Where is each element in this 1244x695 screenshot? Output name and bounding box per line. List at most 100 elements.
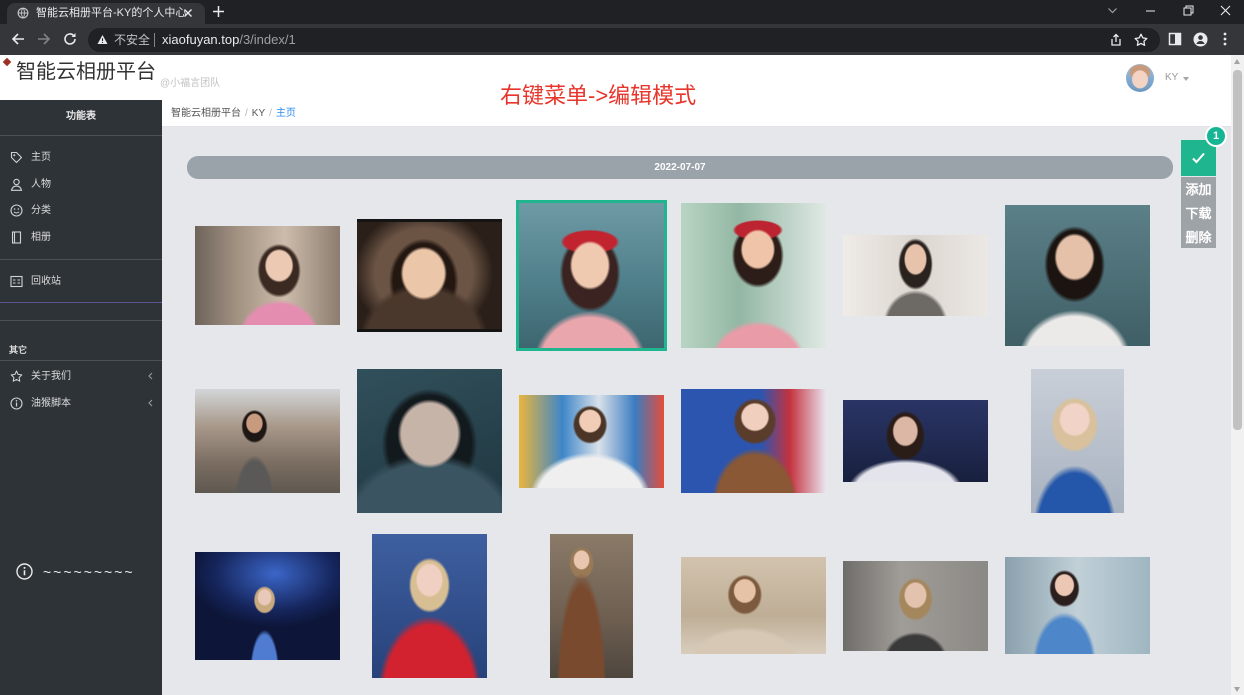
forward-arrow-icon[interactable]	[37, 32, 51, 46]
smile-icon	[10, 204, 23, 217]
new-tab-icon[interactable]	[212, 5, 225, 18]
photo-tile[interactable]	[195, 389, 340, 493]
photo-tile[interactable]	[843, 235, 988, 316]
divider	[0, 320, 162, 321]
photo-tile[interactable]	[1005, 205, 1150, 346]
sidebar-item-recycle-bin[interactable]: 回收站	[0, 274, 162, 290]
divider	[0, 135, 162, 136]
photo-tile[interactable]	[681, 203, 826, 348]
close-window-icon[interactable]	[1220, 5, 1231, 16]
breadcrumb-item[interactable]: KY	[252, 108, 265, 120]
back-arrow-icon[interactable]	[11, 32, 25, 46]
photo-tile[interactable]	[681, 389, 826, 493]
site-title[interactable]: 智能云相册平台	[16, 59, 156, 85]
chevron-left-icon	[148, 399, 153, 407]
tab-title: 智能云相册平台-KY的个人中心	[36, 7, 187, 19]
sidebar-item-label: 油猴脚本	[31, 398, 71, 409]
chevron-left-icon	[148, 372, 153, 380]
sidebar-section-title: 其它	[9, 345, 28, 355]
photo-tile[interactable]	[519, 395, 664, 488]
breadcrumb-item[interactable]: 智能云相册平台	[171, 108, 241, 120]
photo-tile[interactable]	[1031, 369, 1124, 513]
sidebar-item-people[interactable]: 人物	[0, 177, 162, 193]
photo-tile[interactable]	[372, 534, 487, 678]
sidebar-item-label: 回收站	[31, 276, 61, 287]
star-icon	[10, 370, 23, 383]
sidebar-item-label: 主页	[31, 152, 51, 163]
photo-tile[interactable]	[550, 534, 633, 678]
reload-icon[interactable]	[63, 32, 77, 46]
sidebar-item-label: 人物	[31, 179, 51, 190]
caret-down-icon[interactable]	[1183, 77, 1189, 81]
tab-search-chevron-icon[interactable]	[1107, 5, 1118, 16]
divider	[0, 302, 162, 303]
url-text[interactable]: xiaofuyan.top/3/index/1	[162, 32, 296, 48]
browser-menu-icon[interactable]	[1222, 32, 1228, 46]
breadcrumb-separator	[245, 108, 248, 120]
share-icon[interactable]	[1109, 33, 1123, 47]
url-host: xiaofuyan.top	[162, 32, 240, 47]
restore-icon[interactable]	[1183, 5, 1194, 16]
person-icon	[10, 178, 23, 191]
album-icon	[10, 231, 23, 244]
selected-count-badge: 1	[1205, 125, 1227, 147]
user-menu[interactable]: KY	[1165, 72, 1178, 84]
security-label[interactable]: 不安全	[114, 33, 150, 47]
info-icon	[10, 397, 23, 410]
bookmark-star-icon[interactable]	[1134, 33, 1148, 47]
breadcrumb-current: 主页	[275, 108, 296, 119]
sidebar-footer-text: ~~~~~~~~~	[43, 564, 135, 580]
sidebar-item-label: 关于我们	[31, 371, 71, 382]
divider	[0, 259, 162, 260]
breadcrumb: 智能云相册平台 KY 主页	[162, 100, 1231, 127]
delete-button[interactable]: 删除	[1181, 226, 1216, 250]
photo-tile[interactable]	[357, 219, 502, 332]
check-icon	[1191, 151, 1206, 165]
photo-tile[interactable]	[357, 369, 502, 513]
sidebar-item-about[interactable]: 关于我们	[0, 369, 162, 385]
sidebar-item-userscript[interactable]: 油猴脚本	[0, 396, 162, 412]
photo-tile[interactable]	[681, 557, 826, 654]
scrollbar-thumb[interactable]	[1233, 70, 1242, 430]
breadcrumb-trail: 智能云相册平台 KY 主页	[171, 108, 296, 120]
profile-icon[interactable]	[1193, 32, 1208, 47]
side-panel-icon[interactable]	[1168, 32, 1182, 46]
sidebar-item-albums[interactable]: 相册	[0, 230, 162, 246]
address-bar[interactable]: 不安全 xiaofuyan.top/3/index/1	[88, 28, 1160, 52]
close-tab-icon[interactable]	[183, 8, 193, 18]
edit-mode-hint: 右键菜单->编辑模式	[500, 83, 697, 108]
browser-tab-strip: 智能云相册平台-KY的个人中心	[0, 0, 1244, 24]
photo-tile[interactable]	[516, 200, 667, 351]
url-path: /3/index/1	[239, 32, 296, 47]
add-button[interactable]: 添加	[1181, 178, 1216, 202]
browser-tab[interactable]: 智能云相册平台-KY的个人中心	[7, 3, 205, 24]
scroll-down-icon[interactable]	[1234, 687, 1240, 692]
photo-tile[interactable]	[1005, 557, 1150, 654]
photo-tile[interactable]	[195, 226, 340, 325]
photo-tile[interactable]	[195, 552, 340, 660]
page-scrollbar[interactable]	[1231, 55, 1244, 695]
minimize-icon[interactable]	[1145, 5, 1156, 16]
breadcrumb-separator	[269, 108, 272, 120]
sidebar-item-label: 相册	[31, 232, 51, 243]
team-credit: @小福言团队	[160, 78, 221, 89]
date-group-header[interactable]: 2022-07-07	[187, 156, 1173, 179]
avatar[interactable]	[1126, 64, 1154, 92]
warning-triangle-icon[interactable]	[97, 34, 108, 45]
sidebar-item-home[interactable]: 主页	[0, 150, 162, 166]
photo-tile[interactable]	[843, 561, 988, 651]
download-button[interactable]: 下载	[1181, 202, 1216, 226]
info-circle-icon	[16, 563, 33, 580]
globe-icon	[17, 7, 29, 19]
address-separator	[154, 33, 155, 47]
recycle-bin-icon	[10, 275, 23, 288]
sidebar-item-category[interactable]: 分类	[0, 203, 162, 219]
action-panel: 添加 下载 删除	[1181, 177, 1216, 248]
sidebar: 功能表 主页 人物 分类 相册 回收站 其它 关于我们 油猴脚本 ~~~~~~~…	[0, 100, 162, 695]
photo-tile[interactable]	[843, 400, 988, 482]
divider	[0, 360, 162, 361]
tag-icon	[10, 151, 23, 164]
sidebar-title: 功能表	[66, 111, 96, 122]
sidebar-item-label: 分类	[31, 205, 51, 216]
scroll-up-icon[interactable]	[1234, 59, 1240, 64]
